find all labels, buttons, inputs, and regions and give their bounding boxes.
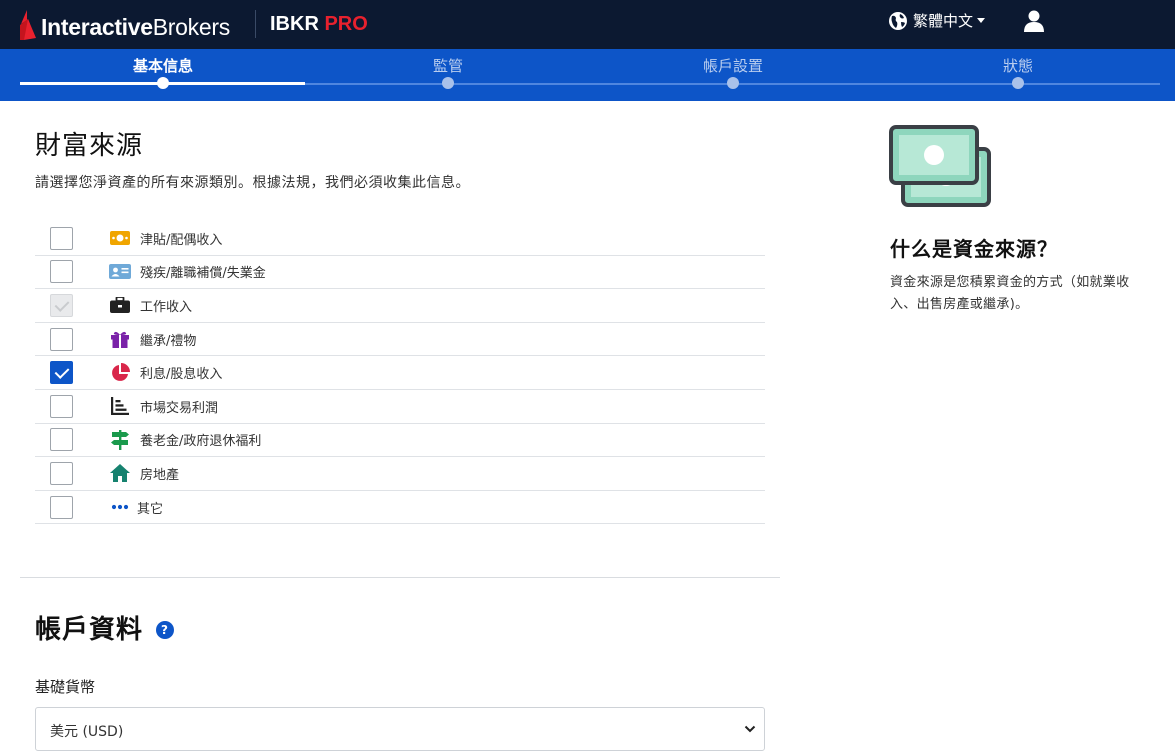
step-account-setup[interactable]: 帳戶設置 (633, 49, 833, 89)
wealth-option-disability[interactable]: 殘疾/離職補償/失業金 (35, 256, 765, 290)
checkbox[interactable] (50, 226, 73, 250)
step-basic-info[interactable]: 基本信息 (63, 49, 263, 89)
option-label: 殘疾/離職補償/失業金 (140, 266, 266, 282)
base-currency-select[interactable]: 美元 (USD) (35, 707, 765, 751)
money-illustration-icon (889, 125, 991, 207)
chevron-down-icon (744, 725, 756, 733)
money-icon (109, 229, 131, 247)
step-status[interactable]: 狀態 (918, 49, 1118, 89)
progress-stepper: 基本信息 監管 帳戶設置 狀態 (0, 49, 1175, 101)
id-card-icon (109, 263, 131, 281)
step-dot (157, 77, 169, 89)
select-value: 美元 (USD) (50, 724, 124, 740)
ib-logo[interactable]: InteractiveBrokers (18, 8, 230, 42)
ellipsis-icon (109, 498, 131, 516)
help-icon[interactable]: ? (156, 620, 175, 639)
wealth-source-list: 津貼/配偶收入 殘疾/離職補償/失業金 工作收入 繼承/禮物 利息/股息收入 市 (35, 222, 765, 525)
gift-icon (109, 330, 131, 349)
option-label: 養老金/政府退休福利 (140, 434, 262, 450)
language-label: 繁體中文 (913, 12, 974, 30)
section-divider (20, 577, 780, 578)
top-bar: InteractiveBrokers IBKR PRO 繁體中文 (0, 0, 1175, 49)
wealth-option-interest[interactable]: 利息/股息收入 (35, 356, 765, 390)
step-dot (1012, 77, 1024, 89)
option-label: 津貼/配偶收入 (140, 232, 223, 248)
step-dot (727, 77, 739, 89)
ib-flame-icon (20, 10, 36, 40)
sidebar-title: 什么是資金來源？ (890, 237, 1058, 261)
wealth-option-pension[interactable]: 養老金/政府退休福利 (35, 424, 765, 458)
section-subtitle: 請選擇您淨資產的所有來源類別。根據法規，我們必須收集此信息。 (35, 175, 470, 191)
option-label: 工作收入 (140, 299, 193, 315)
section-title-wealth: 財富來源 (35, 131, 144, 161)
wealth-option-trading[interactable]: 市場交易利潤 (35, 390, 765, 424)
logo-divider (255, 10, 256, 38)
user-icon[interactable] (1022, 9, 1046, 33)
wealth-option-allowance[interactable]: 津貼/配偶收入 (35, 222, 765, 256)
step-dot (442, 77, 454, 89)
checkbox[interactable] (50, 495, 73, 519)
bar-chart-icon (109, 397, 131, 416)
wealth-option-employment[interactable]: 工作收入 (35, 289, 765, 323)
sidebar-text: 資金來源是您積累資金的方式（如就業收入、出售房產或繼承)。 (890, 275, 1130, 312)
step-regulatory[interactable]: 監管 (348, 49, 548, 89)
wealth-option-other[interactable]: 其它 (35, 491, 765, 525)
wealth-option-inheritance[interactable]: 繼承/禮物 (35, 323, 765, 357)
option-label: 房地產 (140, 467, 180, 483)
pie-chart-icon (109, 362, 131, 382)
wealth-option-real-estate[interactable]: 房地產 (35, 457, 765, 491)
checkbox[interactable] (50, 327, 73, 351)
signpost-icon (109, 429, 131, 450)
checkbox[interactable] (50, 260, 73, 284)
house-icon (109, 464, 131, 483)
checkbox[interactable] (50, 428, 73, 452)
language-selector[interactable]: 繁體中文 (888, 10, 986, 31)
option-label: 繼承/禮物 (140, 333, 197, 349)
base-currency-label: 基礎貨幣 (35, 678, 96, 696)
product-name: IBKR PRO (270, 13, 368, 35)
section-title-account: 帳戶資料 ? (35, 609, 175, 646)
briefcase-icon (109, 296, 131, 314)
globe-icon (889, 11, 907, 30)
checkbox[interactable] (50, 394, 73, 418)
option-label: 利息/股息收入 (140, 367, 223, 383)
caret-down-icon (977, 18, 986, 23)
checkbox-checked-disabled (50, 293, 73, 317)
option-label: 市場交易利潤 (140, 400, 219, 416)
checkbox-checked[interactable] (50, 361, 73, 385)
checkbox[interactable] (50, 461, 73, 485)
option-label: 其它 (137, 501, 164, 517)
logo-text: InteractiveBrokers (41, 13, 230, 40)
